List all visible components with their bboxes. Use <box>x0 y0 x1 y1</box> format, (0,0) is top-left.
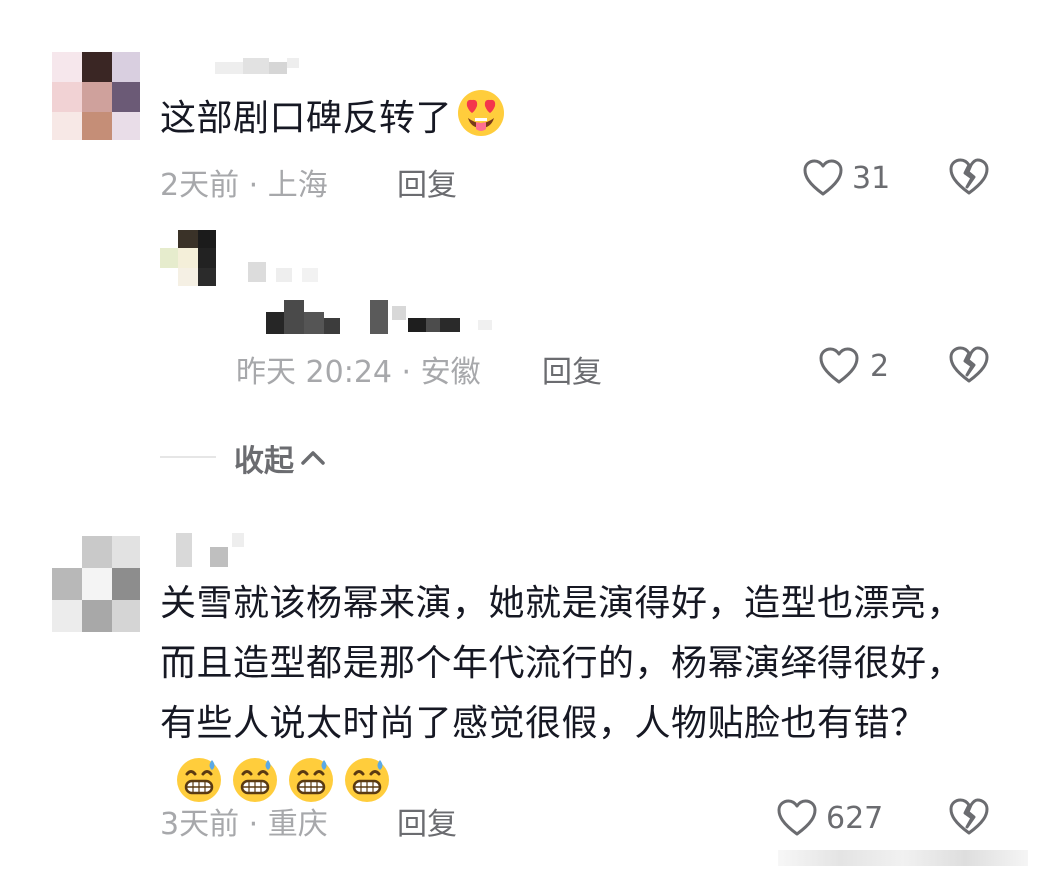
username[interactable] <box>215 58 300 76</box>
avatar[interactable] <box>160 230 216 286</box>
like-button[interactable]: 2 <box>818 344 889 388</box>
collapse-divider <box>160 456 216 458</box>
broken-heart-icon <box>948 345 990 385</box>
comment-body: 关雪就该杨幂来演，她就是演得好，造型也漂亮，而且造型都是那个年代流行的，杨幂演绎… <box>160 583 964 744</box>
collapse-label: 收起 <box>234 444 294 479</box>
username[interactable] <box>176 533 268 569</box>
dislike-button[interactable] <box>948 797 990 837</box>
heart-outline-icon <box>818 346 860 386</box>
avatar[interactable] <box>52 52 140 140</box>
like-count: 2 <box>870 348 890 384</box>
reply-meta: 昨天 20:24 · 安徽 <box>236 355 481 390</box>
chevron-up-icon <box>300 448 326 468</box>
like-button[interactable]: 31 <box>802 156 890 200</box>
heart-outline-icon <box>776 798 818 838</box>
comment-meta: 3天前 · 重庆 <box>160 807 328 842</box>
comment-text: 关雪就该杨幂来演，她就是演得好，造型也漂亮，而且造型都是那个年代流行的，杨幂演绎… <box>160 574 978 823</box>
comment-body: 这部剧口碑反转了 <box>160 98 453 139</box>
like-button[interactable]: 627 <box>776 796 883 840</box>
dislike-button[interactable] <box>948 157 990 197</box>
reply-button[interactable]: 回复 <box>397 160 457 204</box>
avatar[interactable] <box>52 536 140 632</box>
grinning-sweat-emoji-icon <box>342 754 392 823</box>
like-count: 627 <box>826 800 884 836</box>
like-count: 31 <box>852 160 891 196</box>
heart-eyes-emoji-icon <box>456 88 506 157</box>
broken-heart-icon <box>948 157 990 197</box>
comment-meta: 2天前 · 上海 <box>160 168 328 203</box>
username[interactable] <box>248 262 320 282</box>
dislike-button[interactable] <box>948 345 990 385</box>
reply-text <box>266 300 496 336</box>
reply-button[interactable]: 回复 <box>542 347 602 391</box>
broken-heart-icon <box>948 797 990 837</box>
reply-button[interactable]: 回复 <box>397 799 457 843</box>
collapse-button[interactable]: 收起 <box>234 436 326 480</box>
watermark <box>778 844 1028 870</box>
heart-outline-icon <box>802 158 844 198</box>
comment-text: 这部剧口碑反转了 <box>160 88 512 157</box>
